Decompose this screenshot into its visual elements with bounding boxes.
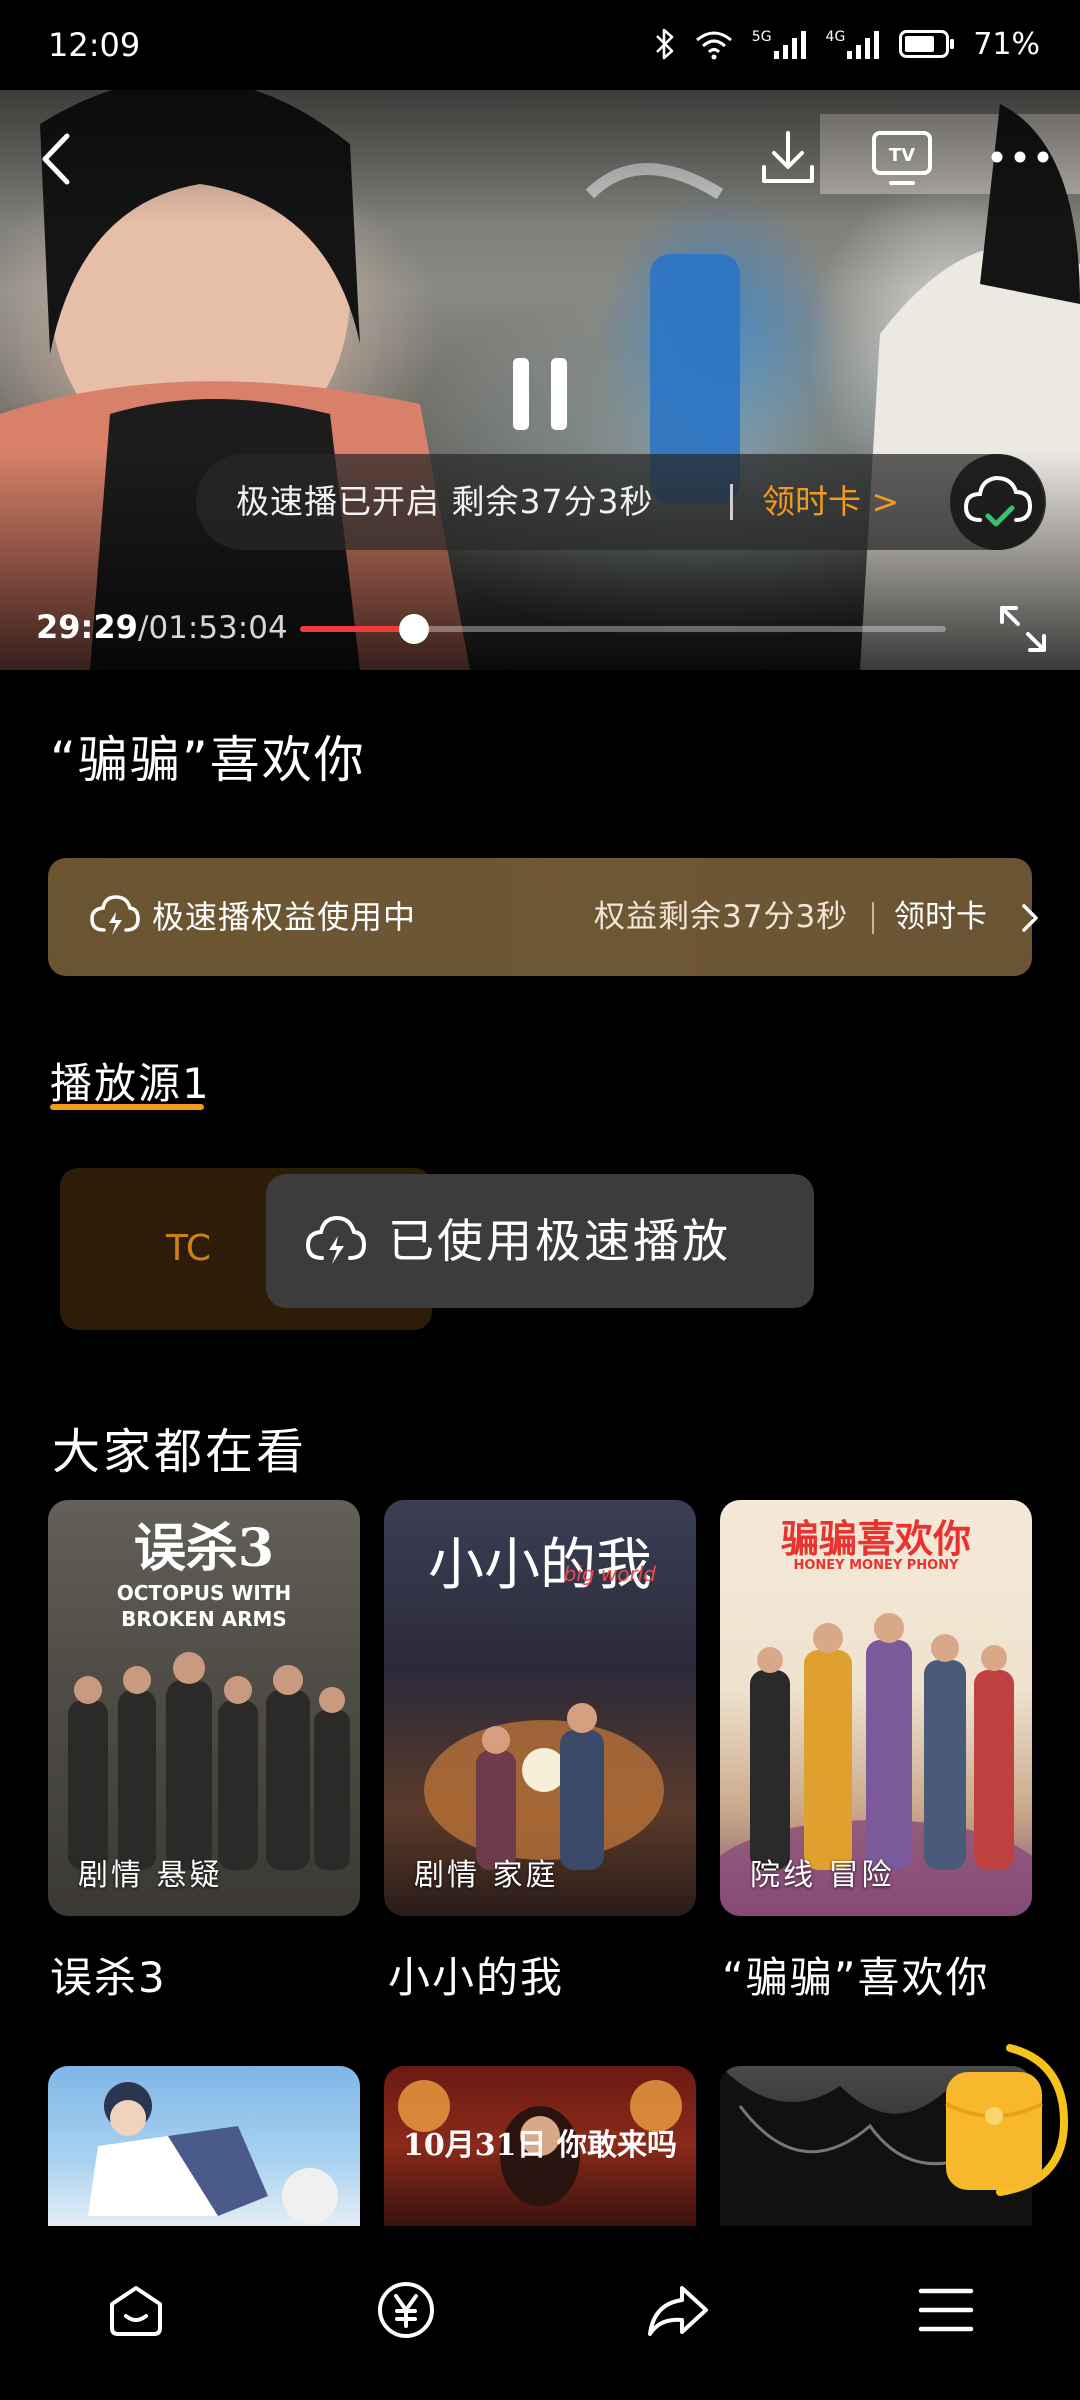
tv-cast-icon: TV xyxy=(872,131,932,185)
chevron-right-icon xyxy=(1022,904,1038,932)
banner-time-card-link[interactable]: 领时卡 xyxy=(894,858,987,976)
signal-icon xyxy=(773,31,806,59)
progress-handle[interactable] xyxy=(398,614,429,644)
banner-divider xyxy=(872,902,874,934)
yuan-coin-icon xyxy=(378,2282,434,2338)
wifi-icon xyxy=(695,31,732,60)
cloud-bolt-icon xyxy=(90,895,140,935)
gift-pouch-icon xyxy=(945,2044,1069,2196)
speed-play-notice: 极速播已开启 剩余37分3秒 领时卡 > xyxy=(196,454,1044,550)
floating-gift-button[interactable] xyxy=(940,2042,1070,2202)
speed-benefit-banner[interactable]: 极速播权益使用中 权益剩余37分3秒 领时卡 xyxy=(48,858,1038,976)
poster-genre-tag: 院线 冒险 xyxy=(750,1858,895,1893)
more-button[interactable] xyxy=(980,112,1060,202)
poster-card[interactable]: 骗骗喜欢你 HONEY MONEY PHONY 院线 冒险 xyxy=(720,1500,1032,1916)
chevron-left-icon xyxy=(42,133,70,185)
network-5g-label: 5G xyxy=(751,29,772,45)
progress-bar[interactable] xyxy=(300,614,946,644)
poster-subtitle: OCTOPUS WITH BROKEN ARMS xyxy=(116,1581,292,1631)
source-tab-underline xyxy=(50,1104,204,1110)
poster-card[interactable]: 误杀3 OCTOPUS WITH BROKEN ARMS 剧情 悬疑 xyxy=(48,1500,360,1916)
nav-share-button[interactable] xyxy=(628,2260,728,2360)
svg-text:TV: TV xyxy=(889,145,915,166)
nav-home-button[interactable] xyxy=(86,2260,186,2360)
more-icon xyxy=(991,151,1049,163)
card-title[interactable]: “骗骗”喜欢你 xyxy=(722,1944,990,2005)
poster-card[interactable]: 10月31日 你敢来吗 xyxy=(384,2066,696,2226)
poster-genre-tag: 剧情 悬疑 xyxy=(78,1858,223,1893)
back-button[interactable] xyxy=(26,114,86,204)
toast: 已使用极速播放 xyxy=(266,1174,814,1308)
battery-percent: 71% xyxy=(973,26,1040,62)
banner-remaining-text: 权益剩余37分3秒 xyxy=(594,899,849,935)
poster-subtitle: HONEY MONEY PHONY xyxy=(793,1558,959,1573)
card-title[interactable]: 小小的我 xyxy=(388,1944,564,2005)
download-button[interactable] xyxy=(752,112,824,202)
status-indicators: 5G 4G 71% xyxy=(654,22,1040,66)
speed-status-button[interactable] xyxy=(950,454,1046,550)
banner-status-text: 极速播权益使用中 xyxy=(152,898,417,936)
battery-icon xyxy=(899,30,955,58)
poster-title-art: 10月31日 你敢来吗 xyxy=(403,2128,677,2163)
nav-coin-button[interactable] xyxy=(356,2260,456,2360)
current-time: 29:29 xyxy=(36,608,138,646)
video-player[interactable]: TV 极速播已开启 剩余37分3秒 领时卡 > 29:29 /01:53:04 xyxy=(0,84,1080,670)
speed-notice-divider xyxy=(730,484,733,520)
recommend-section-title: 大家都在看 xyxy=(52,1424,308,1480)
pause-button[interactable] xyxy=(500,344,580,444)
network-4g-label: 4G xyxy=(825,29,846,45)
status-bar: 12:09 5G 4G 71% xyxy=(0,0,1080,90)
home-icon xyxy=(110,2286,162,2336)
bottom-nav xyxy=(0,2226,1080,2400)
poster-title-art: 误杀3 xyxy=(133,1518,275,1579)
poster-art xyxy=(88,2082,338,2224)
total-time: /01:53:04 xyxy=(138,610,288,646)
status-time: 12:09 xyxy=(48,26,141,64)
poster-title-art: 小小的我 xyxy=(428,1533,652,1598)
download-icon xyxy=(762,131,814,183)
fullscreen-button[interactable] xyxy=(990,596,1056,662)
video-title: “骗骗”喜欢你 xyxy=(50,731,366,789)
poster-genre-tag: 剧情 家庭 xyxy=(414,1858,559,1893)
poster-card[interactable] xyxy=(48,2066,360,2226)
signal-icon-2 xyxy=(847,31,880,59)
fullscreen-icon xyxy=(1000,606,1046,652)
source-tab[interactable]: 播放源1 xyxy=(50,1050,211,1111)
poster-card[interactable]: 小小的我 big world 剧情 家庭 xyxy=(384,1500,696,1916)
toast-text: 已使用极速播放 xyxy=(388,1214,731,1268)
progress-fill xyxy=(300,626,414,632)
nav-menu-button[interactable] xyxy=(896,2260,996,2360)
card-title[interactable]: 误杀3 xyxy=(50,1944,167,2005)
cast-button[interactable]: TV xyxy=(866,112,938,202)
cloud-check-icon xyxy=(963,475,1033,527)
get-time-card-link[interactable]: 领时卡 > xyxy=(762,454,899,550)
pause-icon xyxy=(513,358,567,430)
speed-notice-text: 极速播已开启 剩余37分3秒 xyxy=(236,482,654,521)
poster-title-art: 骗骗喜欢你 xyxy=(780,1516,971,1561)
menu-icon xyxy=(918,2288,974,2332)
bluetooth-icon xyxy=(655,28,674,60)
poster-subtitle: big world xyxy=(563,1562,656,1586)
source-chip-label: TC xyxy=(166,1228,212,1269)
cloud-bolt-icon xyxy=(305,1215,367,1264)
share-icon xyxy=(648,2286,708,2336)
